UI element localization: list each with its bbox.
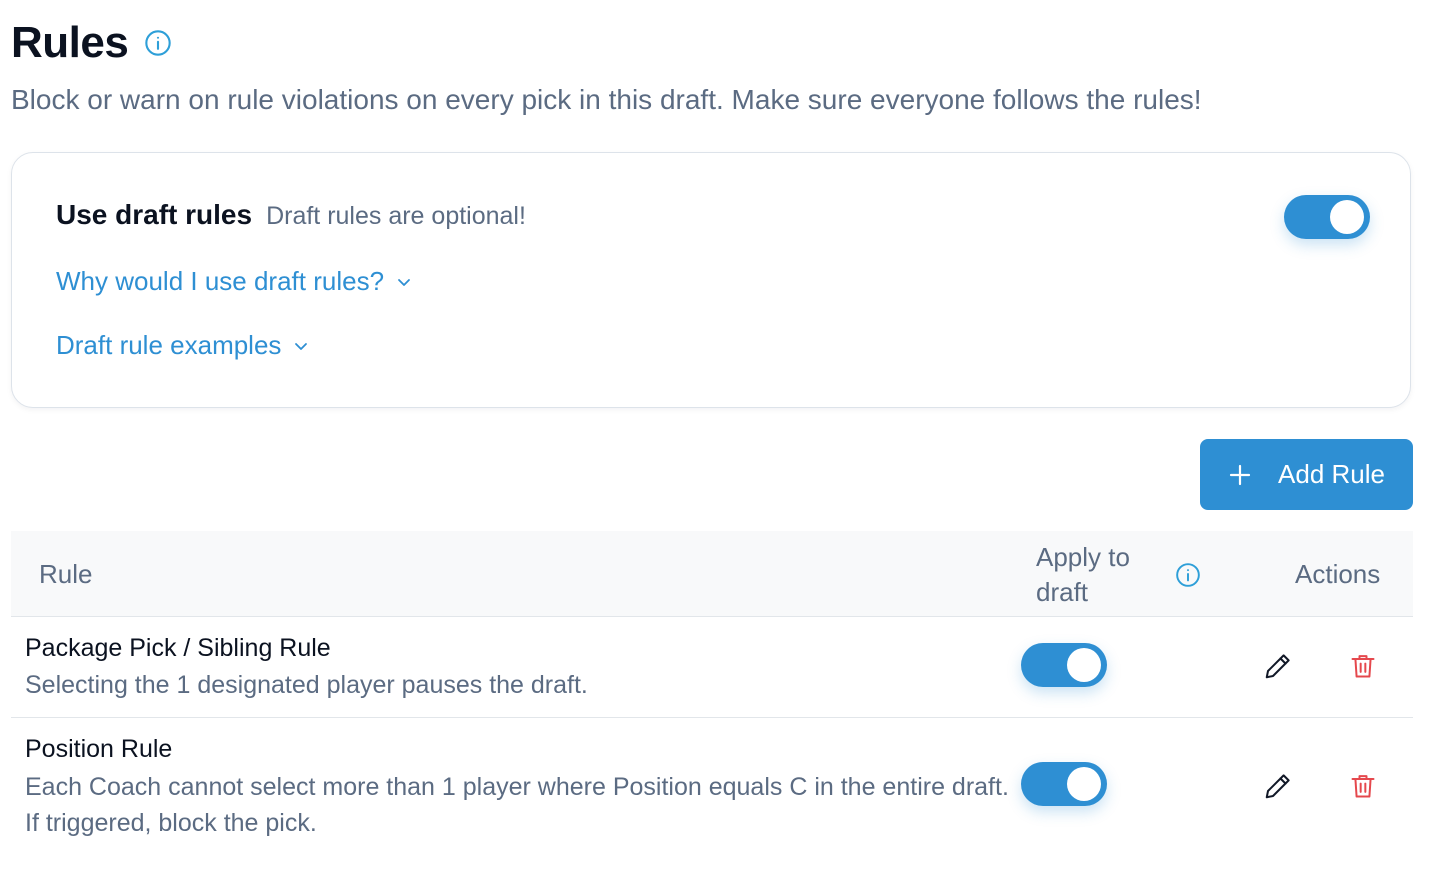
card-header: Use draft rules Draft rules are optional…: [56, 199, 526, 231]
rule-name: Position Rule: [25, 735, 173, 763]
chevron-down-icon: [293, 338, 309, 354]
link-label: Why would I use draft rules?: [56, 266, 385, 296]
toggle-knob: [1067, 648, 1101, 682]
toggle-knob: [1330, 200, 1364, 234]
info-icon[interactable]: [144, 29, 172, 57]
table-row: Package Pick / Sibling Rule Selecting th…: [11, 617, 1413, 718]
link-label: Draft rule examples: [56, 330, 282, 360]
page-title: Rules: [11, 18, 129, 67]
info-icon[interactable]: [1175, 562, 1201, 588]
trash-icon[interactable]: [1347, 650, 1379, 682]
draft-rules-settings-card: Use draft rules Draft rules are optional…: [11, 152, 1411, 408]
column-header-apply: Apply to draft: [1036, 542, 1130, 607]
rule-description: Each Coach cannot select more than 1 pla…: [25, 773, 1009, 837]
why-use-rules-link[interactable]: Why would I use draft rules?: [56, 266, 412, 297]
apply-to-draft-toggle[interactable]: [1021, 643, 1107, 687]
rule-name: Package Pick / Sibling Rule: [25, 634, 331, 662]
rule-description: Selecting the 1 designated player pauses…: [25, 671, 588, 699]
plus-icon: [1228, 463, 1252, 487]
add-rule-button[interactable]: Add Rule: [1200, 439, 1413, 510]
toggle-knob: [1067, 767, 1101, 801]
title-row: Rules: [11, 18, 172, 68]
pencil-icon[interactable]: [1262, 650, 1294, 682]
column-header-actions: Actions: [1295, 559, 1381, 589]
add-rule-label: Add Rule: [1278, 459, 1385, 489]
pencil-icon[interactable]: [1262, 770, 1294, 802]
trash-icon[interactable]: [1347, 770, 1379, 802]
table-row: Position Rule Each Coach cannot select m…: [11, 718, 1413, 848]
page-subtitle: Block or warn on rule violations on ever…: [11, 84, 1202, 115]
column-header-rule: Rule: [39, 559, 93, 589]
card-subtitle: Draft rules are optional!: [266, 202, 526, 230]
rules-page: Rules Block or warn on rule violations o…: [0, 0, 1440, 887]
rules-table: Rule Apply to draft Actions Package Pick…: [11, 531, 1413, 848]
chevron-down-icon: [396, 274, 412, 290]
use-draft-rules-toggle[interactable]: [1284, 195, 1370, 239]
table-header: Rule Apply to draft Actions: [11, 531, 1413, 617]
card-title: Use draft rules: [56, 199, 253, 230]
apply-to-draft-toggle[interactable]: [1021, 762, 1107, 806]
rule-examples-link[interactable]: Draft rule examples: [56, 330, 309, 361]
